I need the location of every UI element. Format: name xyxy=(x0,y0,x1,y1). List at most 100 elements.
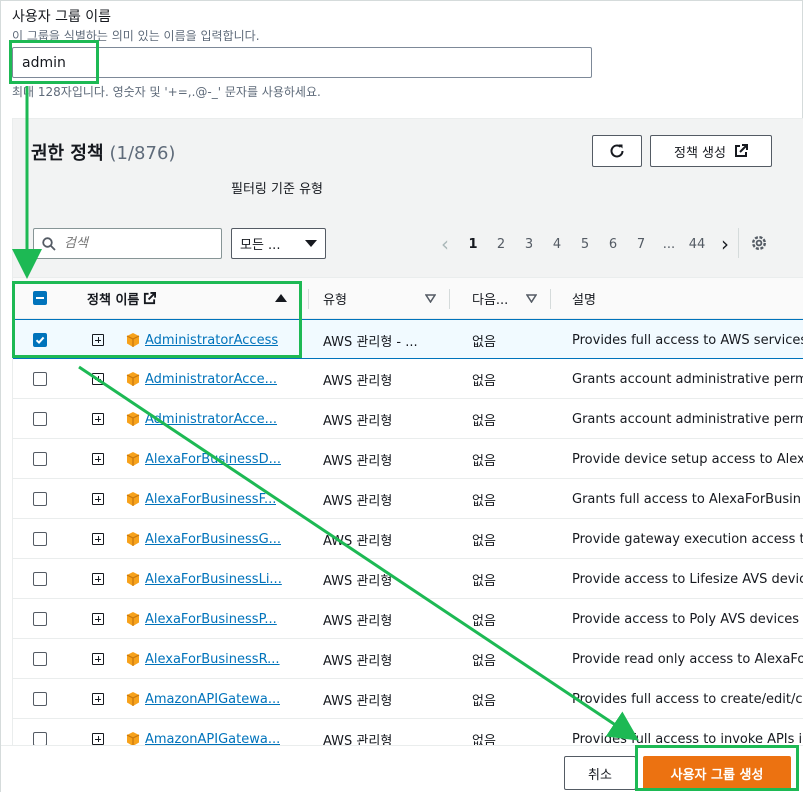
row-checkbox[interactable] xyxy=(33,372,47,386)
policy-name-link[interactable]: AlexaForBusinessP... xyxy=(145,612,277,627)
table-row[interactable]: AmazonAPIGatewa... AWS 관리형 없음 Provides full… xyxy=(13,719,803,745)
row-checkbox-cell[interactable] xyxy=(33,559,47,599)
expand-plus-icon xyxy=(92,653,104,665)
aws-managed-icon xyxy=(126,652,140,666)
policy-type-cell: AWS 관리형 xyxy=(323,573,393,589)
column-used-as[interactable]: 다음... xyxy=(472,278,508,318)
create-policy-button[interactable]: 정책 생성 xyxy=(650,135,772,167)
column-type-label: 유형 xyxy=(323,292,347,308)
expand-row-button[interactable] xyxy=(92,479,104,519)
row-checkbox[interactable] xyxy=(33,572,47,586)
row-checkbox[interactable] xyxy=(33,692,47,706)
row-checkbox-cell[interactable] xyxy=(33,359,47,399)
page-link[interactable]: 5 xyxy=(571,237,599,252)
expand-row-button[interactable] xyxy=(92,439,104,479)
page-link[interactable]: 1 xyxy=(459,237,487,252)
row-checkbox[interactable] xyxy=(33,492,47,506)
row-checkbox[interactable] xyxy=(33,652,47,666)
row-checkbox[interactable] xyxy=(33,532,47,546)
policy-name-cell: AmazonAPIGatewa... xyxy=(125,719,305,745)
policy-search-input[interactable] xyxy=(62,235,212,252)
policy-name-link[interactable]: AmazonAPIGatewa... xyxy=(145,732,280,746)
expand-row-button[interactable] xyxy=(92,719,104,745)
policy-name-cell: AlexaForBusinessF... xyxy=(125,479,305,519)
policy-name-cell: AmazonAPIGatewa... xyxy=(125,679,305,719)
permission-policies-panel: 권한 정책(1/876) 정책 생성 필터링 기준 유형 모든 ... ‹ 12… xyxy=(12,118,803,745)
annotation-highlight-policy xyxy=(12,281,302,358)
column-description[interactable]: 설명 xyxy=(572,278,596,318)
sort-type-icon[interactable] xyxy=(425,278,436,318)
aws-managed-icon xyxy=(126,572,140,586)
policy-name-link[interactable]: AlexaForBusinessR... xyxy=(145,652,280,667)
table-row[interactable]: AlexaForBusinessF... AWS 관리형 없음 Grants full… xyxy=(13,479,803,519)
policy-used-as-cell: 없음 xyxy=(472,653,496,669)
create-policy-label: 정책 생성 xyxy=(674,145,726,161)
policy-name-link[interactable]: AlexaForBusinessG... xyxy=(145,532,281,547)
policy-name-link[interactable]: AmazonAPIGatewa... xyxy=(145,692,280,707)
table-row[interactable]: AdministratorAcce... AWS 관리형 없음 Grants acco… xyxy=(13,359,803,399)
row-checkbox-cell[interactable] xyxy=(33,439,47,479)
page-link: ... xyxy=(662,236,676,252)
policy-name-cell: AdministratorAcce... xyxy=(125,399,305,439)
aws-managed-icon xyxy=(126,412,140,426)
expand-row-button[interactable] xyxy=(92,559,104,599)
expand-plus-icon xyxy=(92,693,104,705)
policy-name-link[interactable]: AlexaForBusinessLi... xyxy=(145,572,282,587)
prev-page-icon[interactable]: ‹ xyxy=(431,232,459,256)
search-icon xyxy=(42,236,56,251)
row-checkbox-cell[interactable] xyxy=(33,519,47,559)
row-checkbox-cell[interactable] xyxy=(33,399,47,439)
expand-row-button[interactable] xyxy=(92,399,104,439)
group-name-input[interactable] xyxy=(12,47,592,78)
column-type[interactable]: 유형 xyxy=(323,278,347,318)
table-preferences-button[interactable] xyxy=(749,233,769,257)
next-page-icon[interactable]: › xyxy=(711,232,739,256)
refresh-button[interactable] xyxy=(592,135,642,167)
page-link[interactable]: 3 xyxy=(515,237,543,252)
page-link[interactable]: 44 xyxy=(683,237,711,252)
annotation-highlight-name xyxy=(9,40,99,84)
table-row[interactable]: AlexaForBusinessP... AWS 관리형 없음 Provide acc… xyxy=(13,599,803,639)
filter-type-label: 필터링 기준 유형 xyxy=(231,182,323,197)
row-checkbox[interactable] xyxy=(33,412,47,426)
expand-row-button[interactable] xyxy=(92,599,104,639)
table-row[interactable]: AlexaForBusinessD... AWS 관리형 없음 Provide dev… xyxy=(13,439,803,479)
table-row[interactable]: AdministratorAcce... AWS 관리형 없음 Grants acco… xyxy=(13,399,803,439)
aws-managed-icon xyxy=(126,452,140,466)
sort-used-as-icon[interactable] xyxy=(526,278,537,318)
table-row[interactable]: AlexaForBusinessR... AWS 관리형 없음 Provide rea… xyxy=(13,639,803,679)
policy-search-box[interactable] xyxy=(33,228,222,259)
policy-used-as-cell: 없음 xyxy=(472,334,496,350)
refresh-icon xyxy=(610,144,624,158)
cancel-button[interactable]: 취소 xyxy=(564,756,636,790)
table-row[interactable]: AlexaForBusinessG... AWS 관리형 없음 Provide gat… xyxy=(13,519,803,559)
page-link[interactable]: 4 xyxy=(543,237,571,252)
row-checkbox-cell[interactable] xyxy=(33,479,47,519)
expand-row-button[interactable] xyxy=(92,679,104,719)
policy-name-link[interactable]: AdministratorAcce... xyxy=(145,412,277,427)
expand-row-button[interactable] xyxy=(92,359,104,399)
aws-managed-icon xyxy=(126,692,140,706)
table-row[interactable]: AlexaForBusinessLi... AWS 관리형 없음 Provide ac… xyxy=(13,559,803,599)
policy-name-link[interactable]: AlexaForBusinessD... xyxy=(145,452,281,467)
expand-row-button[interactable] xyxy=(92,519,104,559)
row-checkbox-cell[interactable] xyxy=(33,639,47,679)
page-link[interactable]: 2 xyxy=(487,237,515,252)
row-checkbox-cell[interactable] xyxy=(33,599,47,639)
expand-row-button[interactable] xyxy=(92,639,104,679)
row-checkbox[interactable] xyxy=(33,452,47,466)
page-link[interactable]: 6 xyxy=(599,237,627,252)
row-checkbox[interactable] xyxy=(33,732,47,745)
row-checkbox[interactable] xyxy=(33,612,47,626)
policy-description-cell: Provide gateway execution access t xyxy=(572,531,803,547)
row-checkbox-cell[interactable] xyxy=(33,679,47,719)
page-list: 1 2 3 4 5 6 7... 44 xyxy=(459,237,711,252)
row-checkbox-cell[interactable] xyxy=(33,719,47,745)
page-link[interactable]: 7 xyxy=(627,237,655,252)
policy-name-link[interactable]: AlexaForBusinessF... xyxy=(145,492,276,507)
policy-type-select[interactable]: 모든 ... xyxy=(231,228,326,259)
policy-name-link[interactable]: AdministratorAcce... xyxy=(145,372,277,387)
policy-type-cell: AWS 관리형 xyxy=(323,653,393,669)
policy-description-cell: Provide read only access to AlexaFo xyxy=(572,651,803,667)
table-row[interactable]: AmazonAPIGatewa... AWS 관리형 없음 Provides full… xyxy=(13,679,803,719)
